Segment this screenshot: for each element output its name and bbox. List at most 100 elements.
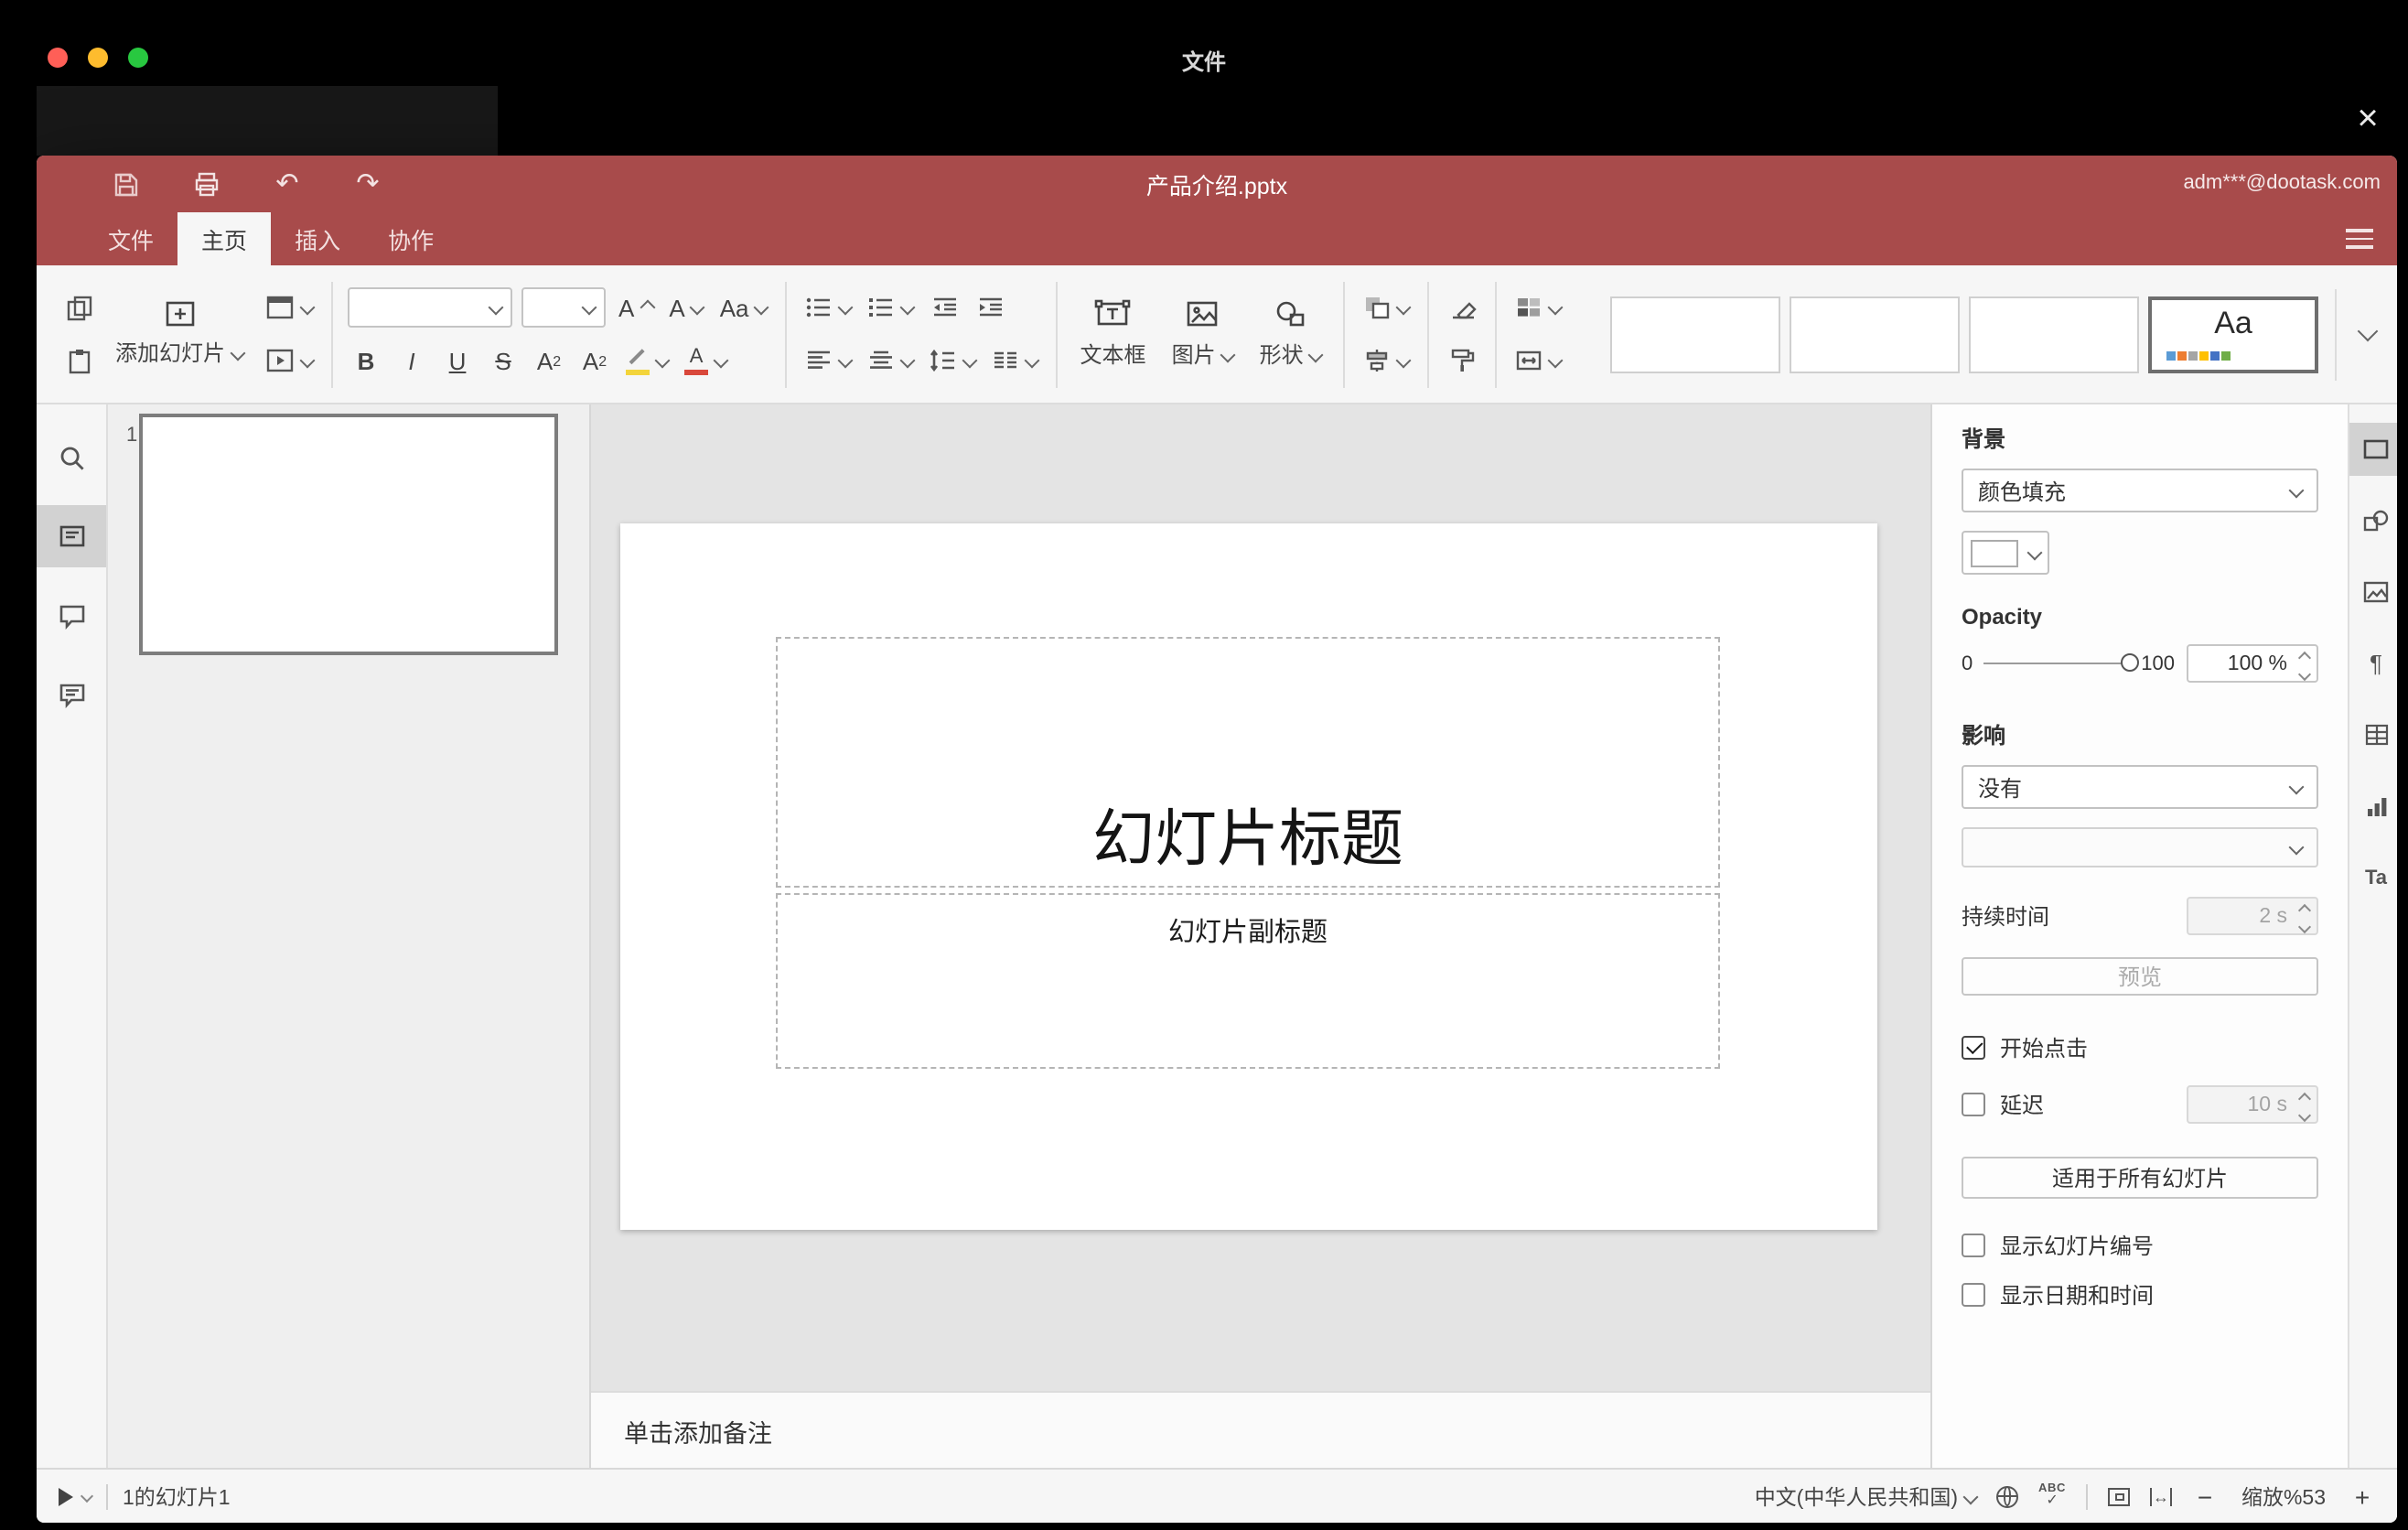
search-button[interactable] — [37, 426, 106, 489]
bold-button[interactable]: B — [348, 340, 384, 381]
image-settings-button[interactable] — [2349, 566, 2397, 619]
spinner-up-icon[interactable] — [2297, 651, 2312, 665]
subscript-button[interactable]: A2 — [576, 340, 613, 381]
slide-thumbnail-1[interactable] — [139, 414, 558, 655]
insert-image-button[interactable]: 图片 — [1159, 277, 1247, 391]
undo-icon[interactable]: ↶ — [271, 167, 304, 200]
decrease-font-button[interactable]: A — [665, 287, 706, 328]
close-icon[interactable]: × — [2342, 101, 2393, 137]
line-spacing-button[interactable] — [927, 340, 980, 381]
theme-option-blank-2[interactable] — [1790, 296, 1960, 372]
increase-indent-button[interactable] — [973, 287, 1009, 328]
opacity-slider-knob[interactable] — [2121, 652, 2140, 671]
show-slide-number-checkbox[interactable] — [1962, 1234, 1985, 1257]
delay-checkbox[interactable] — [1962, 1093, 1985, 1116]
title-placeholder[interactable]: 幻灯片标题 — [776, 637, 1720, 888]
copy-button[interactable] — [60, 287, 97, 328]
tab-collaboration[interactable]: 协作 — [364, 212, 457, 265]
theme-option-blank-1[interactable] — [1610, 296, 1780, 372]
slide-canvas[interactable]: 幻灯片标题 幻灯片副标题 — [591, 404, 1930, 1391]
chart-settings-button[interactable] — [2349, 780, 2397, 833]
duration-spinner[interactable]: 2 s — [2187, 897, 2318, 935]
start-preview-button[interactable] — [59, 1487, 94, 1505]
redo-icon[interactable]: ↷ — [351, 167, 384, 200]
fit-slide-icon[interactable] — [2108, 1487, 2130, 1505]
opacity-label: Opacity — [1962, 604, 2043, 630]
spellcheck-icon[interactable]: ABC ✓ — [2038, 1482, 2066, 1509]
tab-insert[interactable]: 插入 — [271, 212, 364, 265]
decrease-indent-button[interactable] — [927, 287, 963, 328]
opacity-slider[interactable] — [1983, 652, 2140, 671]
columns-button[interactable] — [989, 340, 1042, 381]
slide-surface[interactable]: 幻灯片标题 幻灯片副标题 — [620, 523, 1877, 1230]
bullets-button[interactable] — [802, 287, 855, 328]
paint-roller-icon — [1449, 348, 1477, 373]
numbering-button[interactable] — [865, 287, 918, 328]
textart-settings-button[interactable]: Ta — [2349, 851, 2397, 904]
subtitle-placeholder[interactable]: 幻灯片副标题 — [776, 893, 1720, 1069]
table-settings-button[interactable] — [2349, 708, 2397, 761]
comments-button[interactable] — [37, 584, 106, 646]
document-title: 产品介绍.pptx — [1145, 174, 1288, 199]
apply-to-all-button[interactable]: 适用于所有幻灯片 — [1962, 1157, 2318, 1199]
highlight-color-button[interactable] — [622, 340, 672, 381]
color-scheme-button[interactable] — [1512, 287, 1565, 328]
tab-home[interactable]: 主页 — [177, 212, 272, 265]
change-layout-button[interactable] — [262, 287, 317, 328]
clear-group — [1439, 284, 1487, 384]
copy-style-button[interactable] — [1445, 340, 1481, 381]
zoom-out-button[interactable]: − — [2192, 1482, 2218, 1511]
ribbon-tabs: 文件 主页 插入 协作 — [37, 212, 2397, 265]
fit-width-icon[interactable]: ↔ — [2150, 1487, 2172, 1505]
strikeout-button[interactable]: S — [485, 340, 521, 381]
notes-input[interactable]: 单击添加备注 — [591, 1391, 1930, 1468]
effect-select[interactable]: 没有 — [1962, 765, 2318, 809]
slide-size-button[interactable] — [1512, 340, 1565, 381]
chat-button[interactable] — [37, 663, 106, 725]
save-icon[interactable] — [110, 167, 143, 200]
opacity-spinner[interactable]: 100 % — [2187, 644, 2318, 683]
font-color-button[interactable]: A — [681, 340, 730, 381]
menu-icon[interactable] — [2346, 229, 2373, 253]
clear-style-button[interactable] — [1445, 287, 1481, 328]
document-language-icon[interactable] — [1996, 1485, 2019, 1507]
delay-label: 延迟 — [2000, 1093, 2045, 1118]
shape-settings-button[interactable] — [2349, 494, 2397, 547]
arrange-shape-button[interactable] — [1360, 287, 1414, 328]
fill-color-select[interactable] — [1962, 531, 2049, 575]
show-datetime-checkbox[interactable] — [1962, 1283, 1985, 1307]
insert-shape-button[interactable]: 形状 — [1247, 277, 1335, 391]
slide-settings-button[interactable] — [2349, 423, 2397, 476]
paragraph-settings-button[interactable]: ¶ — [2349, 637, 2397, 690]
change-case-button[interactable]: Aa — [716, 287, 771, 328]
paste-button[interactable] — [60, 340, 97, 381]
spinner-down-icon[interactable] — [2297, 666, 2312, 681]
zoom-in-button[interactable]: + — [2349, 1482, 2375, 1511]
fill-type-select[interactable]: 颜色填充 — [1962, 469, 2318, 512]
theme-option-blank-3[interactable] — [1969, 296, 2139, 372]
horizontal-align-button[interactable] — [802, 340, 855, 381]
print-icon[interactable] — [190, 167, 223, 200]
image-settings-icon — [2362, 580, 2390, 604]
language-select[interactable]: 中文(中华人民共和国) — [1755, 1482, 1979, 1511]
increase-font-button[interactable]: A — [615, 287, 656, 328]
show-slide-number-label: 显示幻灯片编号 — [2000, 1234, 2155, 1259]
start-slideshow-button[interactable] — [262, 340, 317, 381]
insert-textbox-button[interactable]: 文本框 — [1068, 277, 1159, 391]
align-shape-button[interactable] — [1360, 340, 1414, 381]
font-size-combo[interactable] — [521, 287, 607, 328]
underline-button[interactable]: U — [439, 340, 476, 381]
slides-panel-button[interactable] — [37, 505, 106, 567]
effect-type-select[interactable] — [1962, 827, 2318, 867]
tab-file[interactable]: 文件 — [84, 212, 177, 265]
font-name-combo[interactable] — [348, 287, 513, 328]
italic-button[interactable]: I — [393, 340, 430, 381]
vertical-align-button[interactable] — [865, 340, 918, 381]
delay-spinner[interactable]: 10 s — [2187, 1085, 2318, 1124]
preview-button[interactable]: 预览 — [1962, 957, 2318, 996]
theme-option-selected[interactable]: Aa — [2148, 296, 2318, 372]
theme-gallery-expand-icon[interactable] — [2353, 318, 2379, 350]
superscript-button[interactable]: A2 — [531, 340, 567, 381]
start-on-click-checkbox[interactable] — [1962, 1036, 1985, 1060]
add-slide-button[interactable]: 添加幻灯片 — [102, 277, 256, 391]
